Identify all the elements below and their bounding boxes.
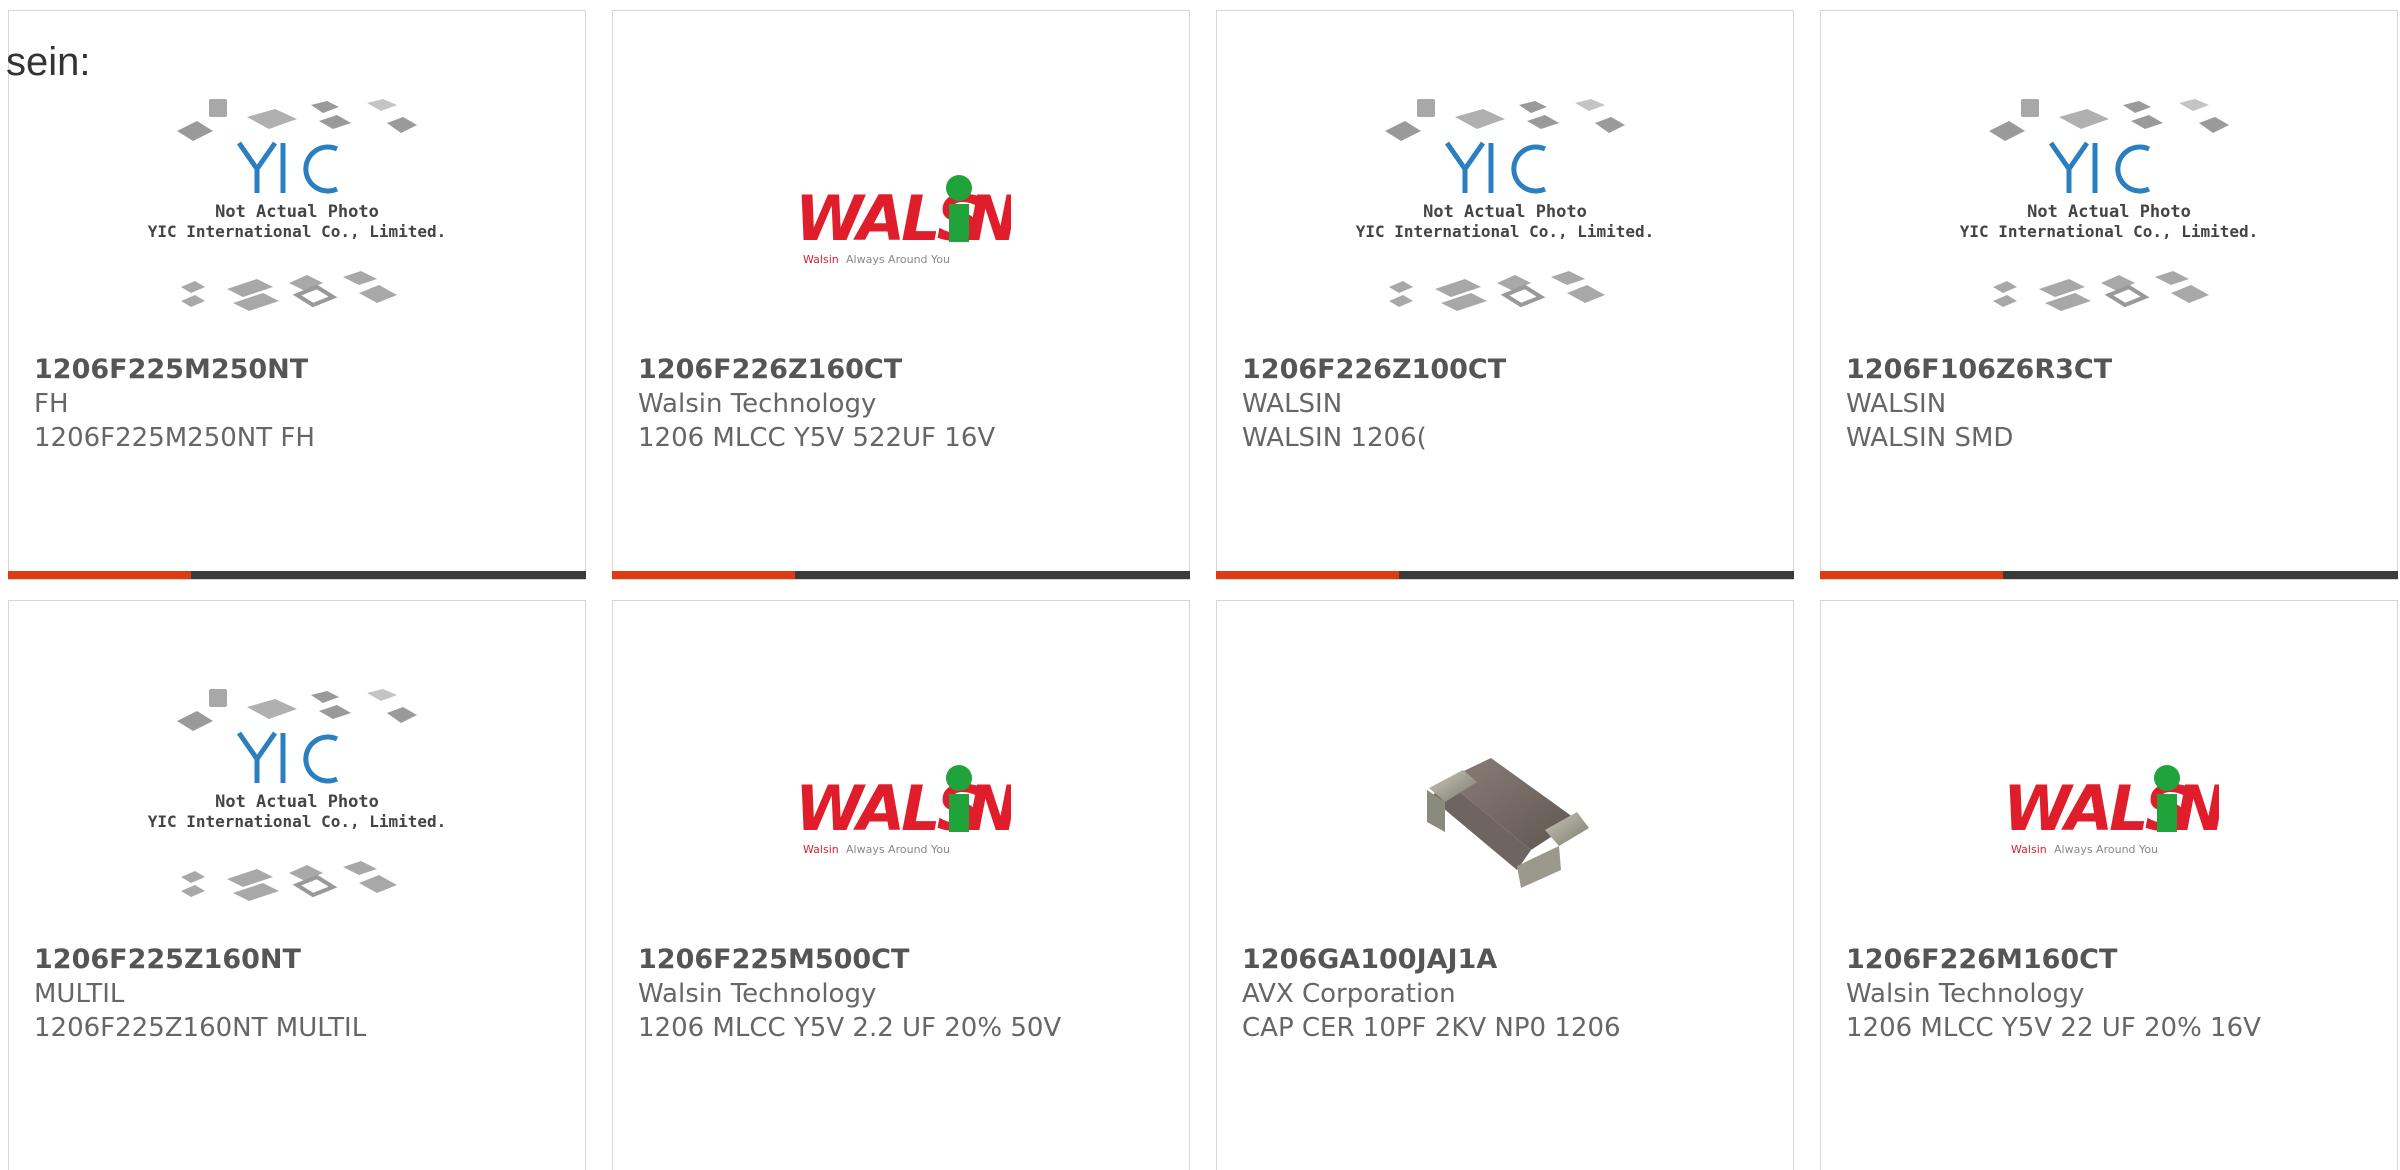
heading-fragment: sein: — [6, 40, 91, 84]
manufacturer: AVX Corporation — [1242, 979, 1456, 1009]
svg-text:YIC International Co., Limited: YIC International Co., Limited. — [148, 222, 447, 241]
product-image: WALS N Walsin Always Around You — [1821, 679, 2397, 941]
part-number[interactable]: 1206F225M500CT — [638, 943, 1179, 977]
product-card[interactable]: WALS N Walsin Always Around You 1206F226… — [1820, 600, 2398, 1170]
svg-text:Walsin: Walsin — [803, 843, 839, 856]
yic-placeholder-icon: Not Actual Photo YIC International Co., … — [148, 689, 447, 901]
manufacturer: WALSIN — [1846, 389, 1947, 419]
product-card[interactable]: 1206GA100JAJ1A AVX Corporation CAP CER 1… — [1216, 600, 1794, 1170]
svg-text:Not Actual Photo: Not Actual Photo — [2027, 202, 2191, 222]
description: 1206F225M250NT FH — [34, 423, 315, 453]
walsin-logo-icon: WALS N Walsin Always Around You — [795, 175, 1011, 266]
product-image: WALS N Walsin Always Around You — [613, 679, 1189, 941]
svg-text:YIC International Co., Limited: YIC International Co., Limited. — [148, 812, 447, 831]
manufacturer: FH — [34, 389, 69, 419]
part-number[interactable]: 1206F226M160CT — [1846, 943, 2387, 977]
description: 1206F225Z160NT MULTIL — [34, 1013, 367, 1043]
svg-text:Walsin: Walsin — [803, 253, 839, 266]
product-card[interactable]: Not Actual Photo YIC International Co., … — [1820, 10, 2398, 580]
part-number[interactable]: 1206F226Z160CT — [638, 353, 1179, 387]
part-number[interactable]: 1206F106Z6R3CT — [1846, 353, 2387, 387]
accent-bar — [1216, 571, 1399, 579]
walsin-logo-icon: WALS N Walsin Always Around You — [2003, 765, 2219, 856]
product-info: 1206F225M500CT Walsin Technology 1206 ML… — [638, 943, 1179, 1045]
part-number[interactable]: 1206F225Z160NT — [34, 943, 575, 977]
svg-text:Walsin: Walsin — [2011, 843, 2047, 856]
yic-placeholder-icon: Not Actual Photo YIC International Co., … — [148, 99, 447, 311]
accent-bar — [8, 571, 191, 579]
svg-text:Not Actual Photo: Not Actual Photo — [215, 792, 379, 812]
manufacturer: Walsin Technology — [638, 389, 877, 419]
product-info: 1206F225M250NT FH 1206F225M250NT FH — [34, 353, 575, 455]
product-image — [1217, 679, 1793, 941]
description: 1206 MLCC Y5V 22 UF 20% 16V — [1846, 1013, 2261, 1043]
product-image: Not Actual Photo YIC International Co., … — [1217, 89, 1793, 351]
product-info: 1206F225Z160NT MULTIL 1206F225Z160NT MUL… — [34, 943, 575, 1045]
svg-text:Always Around You: Always Around You — [846, 253, 950, 266]
product-info: 1206F226M160CT Walsin Technology 1206 ML… — [1846, 943, 2387, 1045]
card-footer-bar — [1216, 571, 1794, 579]
description: 1206 MLCC Y5V 522UF 16V — [638, 423, 996, 453]
product-info: 1206F226Z160CT Walsin Technology 1206 ML… — [638, 353, 1179, 455]
manufacturer: Walsin Technology — [638, 979, 877, 1009]
yic-placeholder-icon: Not Actual Photo YIC International Co., … — [1356, 99, 1655, 311]
product-image: Not Actual Photo YIC International Co., … — [1821, 89, 2397, 351]
svg-text:N: N — [967, 182, 1011, 255]
svg-text:Not Actual Photo: Not Actual Photo — [1423, 202, 1587, 222]
yic-placeholder-icon: Not Actual Photo YIC International Co., … — [1960, 99, 2259, 311]
svg-text:YIC International Co., Limited: YIC International Co., Limited. — [1356, 222, 1655, 241]
svg-text:Always Around You: Always Around You — [2054, 843, 2158, 856]
product-card[interactable]: Not Actual Photo YIC International Co., … — [8, 600, 586, 1170]
manufacturer: MULTIL — [34, 979, 125, 1009]
svg-text:N: N — [967, 772, 1011, 845]
svg-text:N: N — [2175, 772, 2219, 845]
product-card[interactable]: Not Actual Photo YIC International Co., … — [8, 10, 586, 580]
part-number[interactable]: 1206F226Z100CT — [1242, 353, 1783, 387]
description: WALSIN SMD — [1846, 423, 2014, 453]
part-number[interactable]: 1206F225M250NT — [34, 353, 575, 387]
accent-bar — [612, 571, 795, 579]
product-card[interactable]: Not Actual Photo YIC International Co., … — [1216, 10, 1794, 580]
product-image: Not Actual Photo YIC International Co., … — [9, 89, 585, 351]
product-card[interactable]: WALS N Walsin Always Around You 1206F226… — [612, 10, 1190, 580]
product-info: 1206GA100JAJ1A AVX Corporation CAP CER 1… — [1242, 943, 1783, 1045]
card-footer-bar — [8, 571, 586, 579]
product-image: WALS N Walsin Always Around You — [613, 89, 1189, 351]
svg-text:Not Actual Photo: Not Actual Photo — [215, 202, 379, 222]
svg-text:Always Around You: Always Around You — [846, 843, 950, 856]
walsin-logo-icon: WALS N Walsin Always Around You — [795, 765, 1011, 856]
description: CAP CER 10PF 2KV NP0 1206 — [1242, 1013, 1621, 1043]
manufacturer: Walsin Technology — [1846, 979, 2085, 1009]
accent-bar — [1820, 571, 2003, 579]
description: 1206 MLCC Y5V 2.2 UF 20% 50V — [638, 1013, 1062, 1043]
capacitor-photo-icon — [1427, 758, 1589, 888]
manufacturer: WALSIN — [1242, 389, 1343, 419]
product-card[interactable]: WALS N Walsin Always Around You 1206F225… — [612, 600, 1190, 1170]
card-footer-bar — [612, 571, 1190, 579]
part-number[interactable]: 1206GA100JAJ1A — [1242, 943, 1783, 977]
product-info: 1206F226Z100CT WALSIN WALSIN 1206( — [1242, 353, 1783, 455]
description: WALSIN 1206( — [1242, 423, 1427, 453]
card-footer-bar — [1820, 571, 2398, 579]
product-image: Not Actual Photo YIC International Co., … — [9, 679, 585, 941]
svg-text:YIC International Co., Limited: YIC International Co., Limited. — [1960, 222, 2259, 241]
product-info: 1206F106Z6R3CT WALSIN WALSIN SMD — [1846, 353, 2387, 455]
